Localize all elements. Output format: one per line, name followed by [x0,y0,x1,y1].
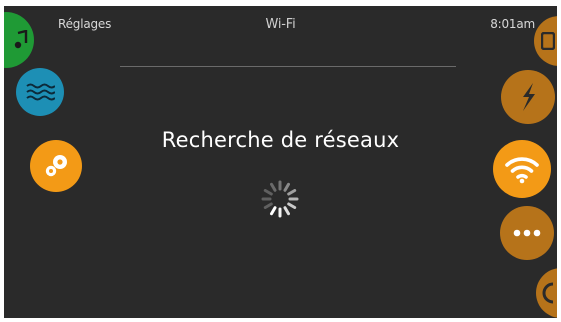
more-button[interactable] [500,206,554,260]
wifi-icon [504,154,540,184]
power-button[interactable] [536,268,557,318]
wifi-button[interactable] [493,140,551,198]
header-divider [120,66,456,67]
lightning-icon [517,82,539,112]
clock-icon [541,32,555,50]
music-icon [14,30,28,50]
page-title: Wi-Fi [265,17,296,32]
clock-time: 8:01am [490,17,535,31]
water-button[interactable] [16,68,64,116]
status-message: Recherche de réseaux [161,128,400,152]
power-icon [541,281,557,305]
gears-icon [41,151,71,181]
more-icon [513,229,541,237]
wifi-settings-panel: Réglages Wi-Fi 8:01am Recherche de résea… [4,6,557,318]
water-icon [25,81,55,103]
screen: Réglages Wi-Fi 8:01am Recherche de résea… [0,0,561,322]
loading-spinner-icon [261,180,299,218]
lightning-button[interactable] [501,70,555,124]
